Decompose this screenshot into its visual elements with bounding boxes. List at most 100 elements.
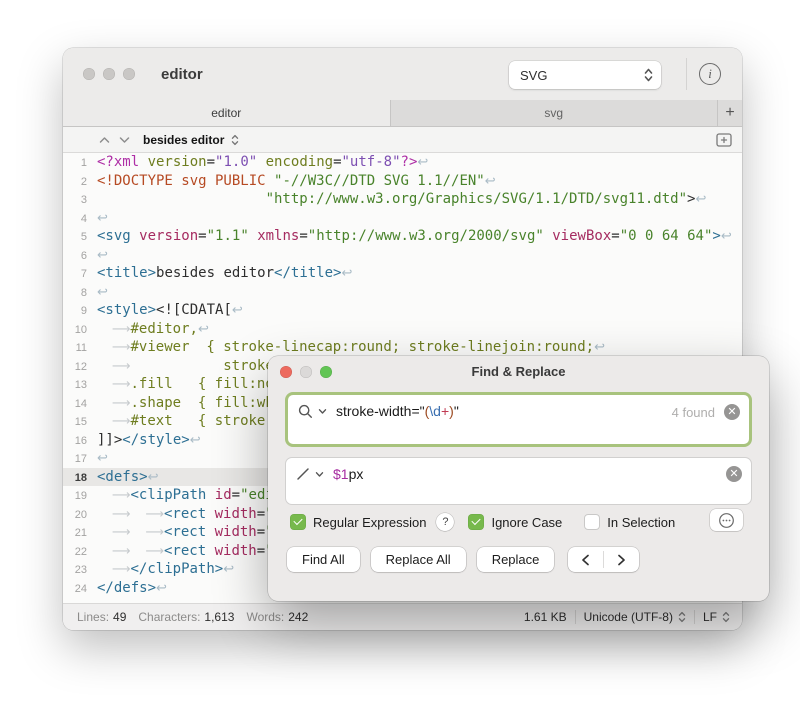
line-number: 17 [63, 450, 87, 469]
prev-section-button[interactable] [99, 136, 110, 144]
line-number: 16 [63, 432, 87, 451]
checkbox-checked-icon[interactable] [468, 514, 484, 530]
line-number: 4 [63, 210, 87, 229]
line-number: 24 [63, 580, 87, 599]
close-button[interactable] [83, 68, 95, 80]
find-navigation [568, 547, 639, 572]
line-number: 23 [63, 561, 87, 580]
more-options-icon [718, 512, 735, 529]
code-line: 9<style><![CDATA[↩ [63, 301, 742, 320]
checkbox-checked-icon[interactable] [290, 514, 306, 530]
replace-field[interactable]: $1px ✕ [285, 457, 752, 505]
tab-label: editor [211, 106, 241, 120]
code-line: 1<?xml version="1.0" encoding="utf-8"?>↩ [63, 153, 742, 172]
find-previous-button[interactable] [568, 547, 603, 572]
line-number: 12 [63, 358, 87, 377]
tab-svg[interactable]: svg [390, 100, 719, 126]
option-in-selection[interactable]: In Selection [584, 514, 675, 530]
line-number: 22 [63, 543, 87, 562]
option-ignore-case[interactable]: Ignore Case [468, 514, 562, 530]
search-icon [298, 404, 313, 419]
option-label: Ignore Case [491, 515, 562, 530]
replace-button[interactable]: Replace [477, 547, 555, 572]
close-icon: ✕ [729, 469, 738, 480]
option-regular-expression[interactable]: Regular Expression [290, 514, 426, 530]
chevron-right-icon [617, 554, 626, 566]
option-label: Regular Expression [313, 515, 426, 530]
chevron-down-icon[interactable] [318, 408, 327, 415]
line-number: 21 [63, 524, 87, 543]
code-line: 5<svg version="1.1" xmlns="http://www.w3… [63, 227, 742, 246]
dialog-title: Find & Replace [268, 356, 769, 379]
outline-menu-label[interactable]: besides editor [143, 133, 224, 147]
encoding-select[interactable]: Unicode (UTF-8) [584, 610, 686, 624]
file-size: 1.61 KB [524, 610, 567, 624]
line-number: 10 [63, 321, 87, 340]
clear-replace-button[interactable]: ✕ [726, 466, 742, 482]
code-line: 4↩ [63, 209, 742, 228]
search-field[interactable]: stroke-width="(\d+)" 4 found ✕ [285, 392, 752, 447]
line-number: 18 [63, 469, 87, 488]
line-number: 6 [63, 247, 87, 266]
words-count: Words:242 [246, 610, 308, 624]
statusbar-divider [694, 610, 695, 624]
zoom-button[interactable] [320, 366, 332, 378]
chevron-down-icon[interactable] [315, 471, 324, 478]
chevron-left-icon [581, 554, 590, 566]
line-number: 8 [63, 284, 87, 303]
code-line: 6↩ [63, 246, 742, 265]
dialog-buttons: Find All Replace All Replace [287, 547, 743, 572]
open-split-view-button[interactable] [716, 133, 732, 147]
tab-editor[interactable]: editor [63, 100, 390, 126]
syntax-popup-button[interactable]: SVG [509, 61, 661, 89]
result-count: 4 found [672, 405, 715, 420]
split-editor-icon [716, 133, 732, 147]
tab-label: svg [544, 106, 563, 120]
lines-count: Lines:49 [77, 610, 126, 624]
close-icon: ✕ [727, 407, 736, 418]
line-number: 3 [63, 191, 87, 210]
minimize-button[interactable] [103, 68, 115, 80]
regex-help-button[interactable]: ? [436, 513, 454, 531]
advanced-options-button[interactable] [710, 509, 743, 531]
line-number: 9 [63, 302, 87, 321]
dialog-title-bar: Find & Replace [268, 356, 769, 386]
line-ending-value: LF [703, 610, 717, 624]
add-tab-button[interactable]: + [718, 100, 742, 126]
stepper-icon [722, 611, 730, 623]
replace-all-button[interactable]: Replace All [371, 547, 466, 572]
minimize-button[interactable] [300, 366, 312, 378]
next-section-button[interactable] [119, 136, 130, 144]
code-line: 11⟶#viewer { stroke-linecap:round; strok… [63, 338, 742, 357]
title-bar: editor SVG i [63, 48, 742, 100]
stepper-icon [678, 611, 686, 623]
find-all-button[interactable]: Find All [287, 547, 360, 572]
statusbar-divider [575, 610, 576, 624]
characters-count: Characters:1,613 [138, 610, 234, 624]
line-number: 14 [63, 395, 87, 414]
code-line: 7<title>besides editor</title>↩ [63, 264, 742, 283]
encoding-value: Unicode (UTF-8) [584, 610, 673, 624]
info-button[interactable]: i [699, 63, 721, 85]
line-number: 1 [63, 154, 87, 173]
navigation-bar: besides editor [63, 127, 742, 153]
code-line: 8↩ [63, 283, 742, 302]
dialog-traffic-lights [280, 366, 332, 378]
close-button[interactable] [280, 366, 292, 378]
code-line: 10⟶#editor,↩ [63, 320, 742, 339]
toolbar-divider [686, 58, 687, 90]
find-next-button[interactable] [604, 547, 639, 572]
checkbox-unchecked-icon[interactable] [584, 514, 600, 530]
status-bar: Lines:49 Characters:1,613 Words:242 1.61… [63, 603, 742, 630]
syntax-popup-value: SVG [520, 68, 547, 83]
window-title: editor [161, 66, 203, 83]
outline-stepper-icon[interactable] [231, 134, 239, 146]
line-number: 5 [63, 228, 87, 247]
zoom-button[interactable] [123, 68, 135, 80]
line-ending-select[interactable]: LF [703, 610, 730, 624]
option-label: In Selection [607, 515, 675, 530]
line-number: 11 [63, 339, 87, 358]
search-input-text: stroke-width="(\d+)" [336, 403, 459, 419]
clear-search-button[interactable]: ✕ [724, 404, 740, 420]
popup-updown-icon [644, 68, 653, 82]
